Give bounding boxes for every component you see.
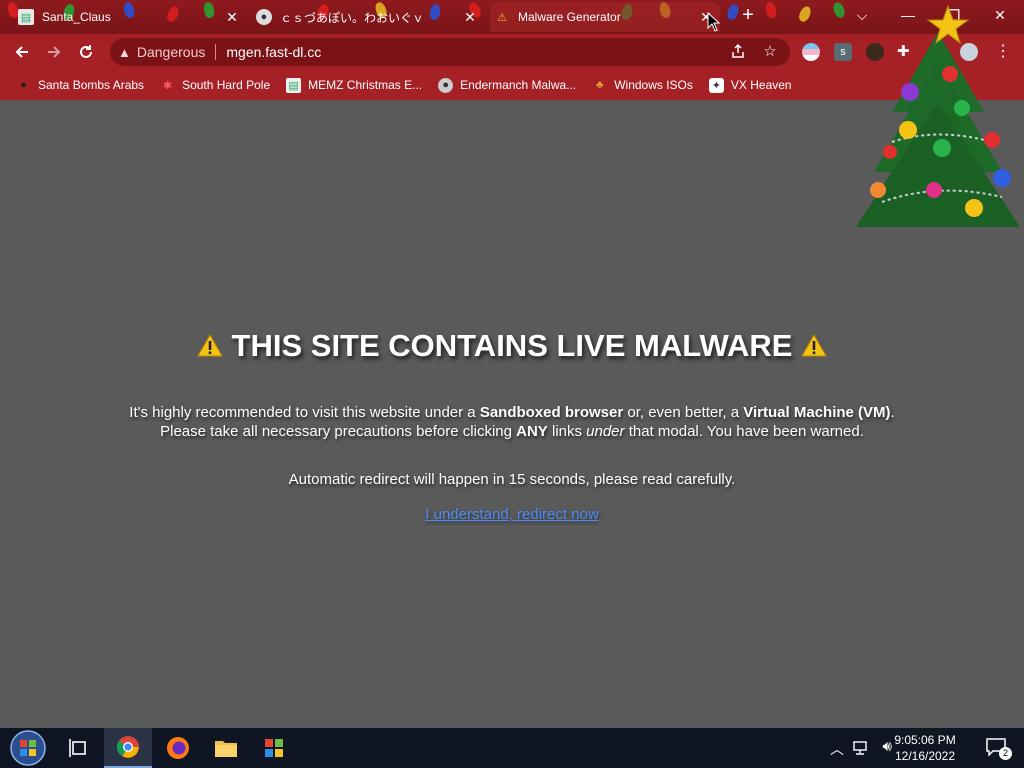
clock-time: 9:05:06 PM [894, 733, 956, 747]
bookmark-label: MEMZ Christmas E... [308, 78, 423, 92]
bookmark-santa-bombs-arabs[interactable]: ● Santa Bombs Arabs [16, 78, 144, 93]
bookmark-memz-christmas[interactable]: ▤ MEMZ Christmas E... [286, 77, 423, 93]
task-view-button[interactable] [54, 728, 102, 768]
page-favicon-icon: ▤ [18, 9, 34, 25]
any-emphasis: ANY [516, 423, 548, 440]
text: It's highly recommended to visit this we… [129, 404, 480, 421]
page-icon: ▤ [286, 77, 302, 93]
bookmark-label: VX Heaven [730, 78, 792, 92]
warning-favicon-icon: ⚠ [497, 11, 507, 24]
folder-icon [215, 741, 237, 757]
flag-extension-icon[interactable] [802, 43, 820, 61]
text: that modal. You have been warned. [624, 423, 864, 440]
windows-flag-icon [265, 739, 283, 757]
reload-button[interactable] [72, 38, 100, 66]
warning-triangle-icon: ▲ [118, 44, 131, 60]
bookmark-star-button[interactable]: ☆ [756, 37, 784, 65]
text: . [890, 404, 895, 421]
warning-icon [197, 334, 223, 357]
bookmark-label: Endermanch Malwa... [460, 78, 577, 92]
snowflake-icon: ✱ [162, 79, 173, 92]
sandboxed-browser-emphasis: Sandboxed browser [479, 404, 624, 421]
tab-title: ｃｓづあぽい。わおいぐｖ [280, 10, 425, 25]
bookmark-south-hard-pole[interactable]: ✱ South Hard Pole [160, 78, 270, 93]
bookmark-vx-heaven[interactable]: ✦ VX Heaven [708, 77, 792, 93]
windows-taskbar: ︿ 🔊︎ 9:05:06 PM 12/16/2022 2 [0, 728, 1024, 768]
bookmark-label: South Hard Pole [182, 78, 271, 92]
network-icon[interactable] [852, 741, 868, 755]
address-bar[interactable]: ▲ Dangerous mgen.fast-dl.cc [110, 38, 790, 66]
firefox-icon [167, 737, 189, 759]
share-button[interactable] [724, 37, 752, 65]
bookmark-windows-isos[interactable]: ♣ Windows ISOs [592, 78, 693, 93]
volume-icon[interactable]: 🔊︎ [883, 738, 892, 755]
clock-date: 12/16/2022 [894, 749, 956, 763]
bookmark-label: Windows ISOs [614, 78, 693, 92]
tab-title: Santa_Claus [42, 10, 111, 24]
windows-start-orb-icon [10, 730, 46, 766]
tab-close-icon[interactable]: ✕ [224, 9, 240, 25]
back-button[interactable] [8, 38, 36, 66]
task-view-icon [69, 739, 86, 757]
warning-line-1: It's highly recommended to visit this we… [0, 403, 1024, 422]
taskbar-clock[interactable]: 9:05:06 PM 12/16/2022 [892, 732, 958, 764]
warning-icon [801, 334, 827, 357]
reload-icon [80, 45, 92, 58]
tab-second[interactable]: ● ｃｓづあぽい。わおいぐｖ ✕ [252, 2, 484, 32]
raccoon-icon: ● [438, 77, 454, 93]
divider [215, 44, 217, 60]
tab-title: Malware Generator [518, 10, 621, 24]
page-headline: THIS SITE CONTAINS LIVE MALWARE [0, 328, 1024, 364]
christmas-tree-decoration [856, 4, 1020, 227]
action-center-button[interactable]: 2 [986, 738, 1012, 760]
new-tab-button[interactable]: + [728, 0, 768, 30]
forward-arrow-icon [48, 46, 61, 58]
share-icon [732, 43, 744, 58]
bookmark-endermanch-malware[interactable]: ● Endermanch Malwa... [438, 77, 577, 93]
text: links [547, 423, 587, 440]
back-arrow-icon [15, 46, 28, 58]
mouse-cursor-icon [707, 12, 721, 32]
chevron-up-icon[interactable]: ︿ [830, 739, 844, 759]
star-icon: ☆ [763, 43, 777, 60]
tab-santa-claus[interactable]: ▤ Santa_Claus ✕ [14, 2, 246, 32]
notification-count-badge: 2 [999, 747, 1012, 760]
chrome-icon [116, 736, 139, 758]
s-extension-icon[interactable]: s [834, 43, 852, 61]
warning-paragraph: It's highly recommended to visit this we… [0, 403, 1024, 441]
redirect-now-link[interactable]: I understand, redirect now [425, 506, 598, 523]
taskbar-windows-app[interactable] [250, 728, 298, 768]
taskbar-firefox[interactable] [154, 728, 202, 768]
gnome-icon: ♣ [596, 79, 604, 91]
taskbar-file-explorer[interactable] [202, 728, 250, 768]
raccoon-favicon-icon: ● [256, 9, 272, 25]
warning-line-2: Please take all necessary precautions be… [0, 422, 1024, 441]
under-emphasis: under [586, 423, 625, 440]
forward-button[interactable] [40, 38, 68, 66]
redirect-notice: Automatic redirect will happen in 15 sec… [288, 471, 736, 488]
bookmark-label: Santa Bombs Arabs [38, 78, 145, 92]
tab-malware-generator[interactable]: ⚠ Malware Generator ✕ [490, 2, 720, 32]
tab-close-icon[interactable]: ✕ [462, 9, 478, 25]
taskbar-chrome[interactable] [104, 728, 152, 768]
virtual-machine-emphasis: Virtual Machine (VM) [743, 404, 891, 421]
url-text[interactable]: mgen.fast-dl.cc [226, 44, 321, 60]
shield-icon: ✦ [708, 77, 724, 93]
security-status-label[interactable]: Dangerous [137, 44, 206, 60]
headline-text: THIS SITE CONTAINS LIVE MALWARE [231, 328, 793, 363]
start-button[interactable] [4, 728, 52, 768]
bomb-icon: ● [20, 79, 27, 91]
text: or, even better, a [623, 404, 744, 421]
text: Please take all necessary precautions be… [160, 423, 517, 440]
